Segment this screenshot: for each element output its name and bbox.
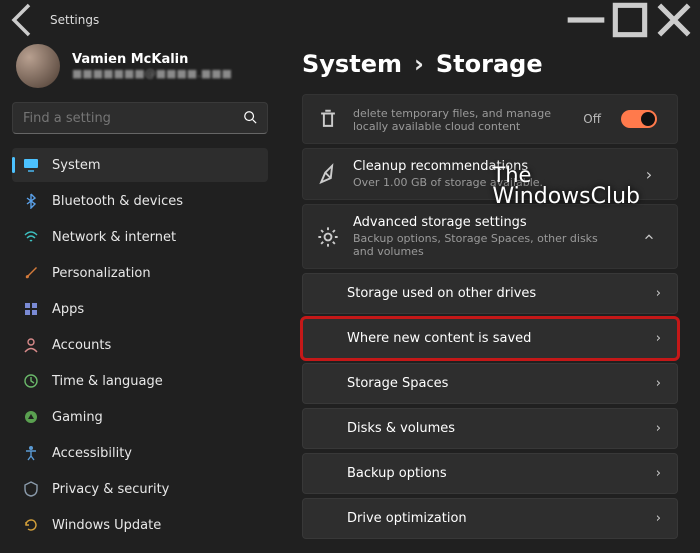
sub-label: Storage Spaces	[347, 376, 448, 391]
maximize-button[interactable]	[608, 5, 652, 35]
chevron-right-icon: ›	[656, 421, 661, 436]
sub-label: Where new content is saved	[347, 331, 531, 346]
window-title: Settings	[50, 13, 99, 27]
system-icon	[22, 156, 40, 174]
sub-storage-spaces[interactable]: Storage Spaces ›	[302, 363, 678, 404]
chevron-right-icon: ›	[656, 286, 661, 301]
close-button[interactable]	[652, 5, 696, 35]
gaming-icon	[22, 408, 40, 426]
back-button[interactable]	[4, 0, 44, 40]
sidebar-item-label: Privacy & security	[52, 482, 169, 497]
accessibility-icon	[22, 444, 40, 462]
search-input[interactable]	[23, 111, 243, 126]
card-subtitle: Over 1.00 GB of storage available.	[353, 176, 621, 189]
sidebar-item-accessibility[interactable]: Accessibility	[12, 436, 268, 470]
sub-label: Backup options	[347, 466, 447, 481]
sidebar-item-bluetooth[interactable]: Bluetooth & devices	[12, 184, 268, 218]
breadcrumb: System › Storage	[302, 50, 678, 78]
breadcrumb-parent[interactable]: System	[302, 50, 402, 78]
chevron-right-icon: ›	[635, 165, 663, 184]
sub-backup-options[interactable]: Backup options ›	[302, 453, 678, 494]
trash-icon	[317, 108, 339, 130]
storage-sense-card[interactable]: delete temporary files, and manage local…	[302, 94, 678, 144]
sidebar-item-gaming[interactable]: Gaming	[12, 400, 268, 434]
clock-icon	[22, 372, 40, 390]
card-subtitle: Backup options, Storage Spaces, other di…	[353, 232, 621, 258]
sidebar-item-label: Personalization	[52, 266, 151, 281]
sidebar-item-apps[interactable]: Apps	[12, 292, 268, 326]
sub-label: Drive optimization	[347, 511, 467, 526]
sidebar-item-privacy[interactable]: Privacy & security	[12, 472, 268, 506]
sidebar-item-network[interactable]: Network & internet	[12, 220, 268, 254]
chevron-up-icon	[635, 231, 663, 243]
content: System › Storage delete temporary files,…	[280, 40, 700, 553]
sub-label: Disks & volumes	[347, 421, 455, 436]
sidebar-item-label: Windows Update	[52, 518, 161, 533]
sub-storage-other-drives[interactable]: Storage used on other drives ›	[302, 273, 678, 314]
bluetooth-icon	[22, 192, 40, 210]
sidebar-item-label: Apps	[52, 302, 84, 317]
broom-icon	[317, 163, 339, 185]
avatar	[16, 44, 60, 88]
sub-where-new-content[interactable]: Where new content is saved ›	[302, 318, 678, 359]
chevron-right-icon: ›	[656, 331, 661, 346]
update-icon	[22, 516, 40, 534]
minimize-button[interactable]	[564, 5, 608, 35]
search-box[interactable]	[12, 102, 268, 134]
accounts-icon	[22, 336, 40, 354]
toggle-label: Off	[583, 112, 601, 126]
search-icon	[243, 109, 257, 128]
advanced-storage-card[interactable]: Advanced storage settings Backup options…	[302, 204, 678, 269]
account-block[interactable]: Vamien McKalin ■■■■■■■@■■■■.■■■	[12, 40, 268, 102]
sidebar-item-label: Accounts	[52, 338, 111, 353]
titlebar: Settings	[0, 0, 700, 40]
card-title: Cleanup recommendations	[353, 159, 621, 174]
sub-disks-volumes[interactable]: Disks & volumes ›	[302, 408, 678, 449]
sidebar-item-label: Gaming	[52, 410, 103, 425]
chevron-right-icon: ›	[656, 511, 661, 526]
sidebar-item-time[interactable]: Time & language	[12, 364, 268, 398]
sidebar: Vamien McKalin ■■■■■■■@■■■■.■■■ System B…	[0, 40, 280, 553]
apps-icon	[22, 300, 40, 318]
sidebar-item-label: Accessibility	[52, 446, 132, 461]
sidebar-item-system[interactable]: System	[12, 148, 268, 182]
sidebar-item-update[interactable]: Windows Update	[12, 508, 268, 542]
user-name: Vamien McKalin	[72, 52, 232, 67]
brush-icon	[22, 264, 40, 282]
sub-drive-optimization[interactable]: Drive optimization ›	[302, 498, 678, 539]
sidebar-item-label: Bluetooth & devices	[52, 194, 183, 209]
breadcrumb-current: Storage	[436, 50, 543, 78]
chevron-right-icon: ›	[414, 50, 424, 78]
sidebar-item-label: Network & internet	[52, 230, 176, 245]
user-email: ■■■■■■■@■■■■.■■■	[72, 67, 232, 80]
chevron-right-icon: ›	[656, 376, 661, 391]
card-title: Advanced storage settings	[353, 215, 621, 230]
chevron-right-icon: ›	[656, 466, 661, 481]
sidebar-item-label: System	[52, 158, 100, 173]
card-subtitle: delete temporary files, and manage local…	[353, 107, 569, 133]
sidebar-item-personalization[interactable]: Personalization	[12, 256, 268, 290]
sub-label: Storage used on other drives	[347, 286, 536, 301]
gear-icon	[317, 226, 339, 248]
sidebar-item-label: Time & language	[52, 374, 163, 389]
storage-sense-toggle[interactable]	[621, 110, 657, 128]
sidebar-item-accounts[interactable]: Accounts	[12, 328, 268, 362]
wifi-icon	[22, 228, 40, 246]
shield-icon	[22, 480, 40, 498]
cleanup-card[interactable]: Cleanup recommendations Over 1.00 GB of …	[302, 148, 678, 200]
